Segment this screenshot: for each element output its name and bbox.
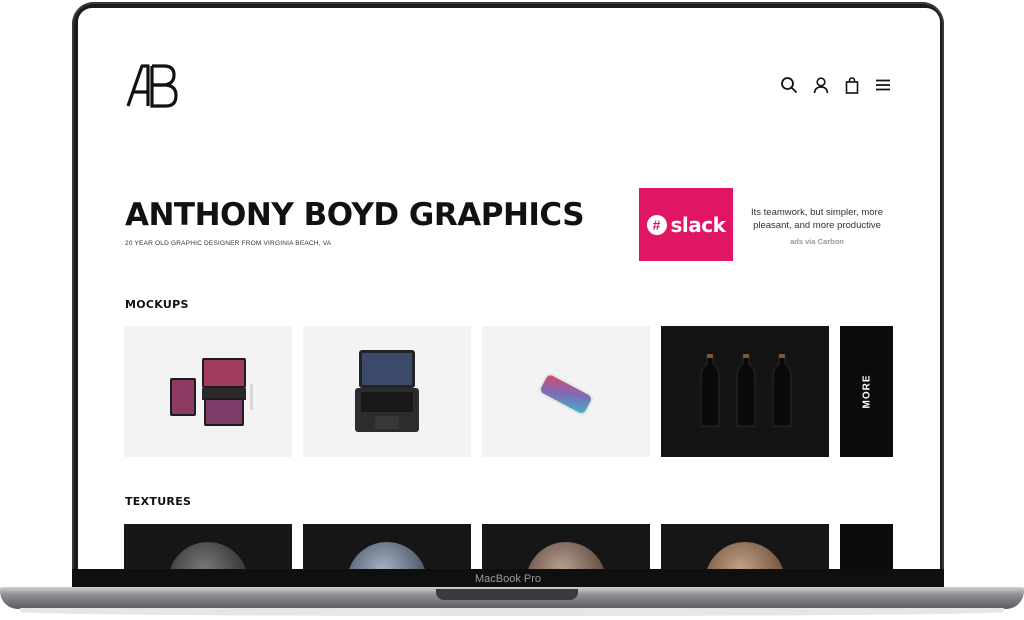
texture-sphere	[347, 542, 427, 571]
mockup-card-iphone[interactable]	[482, 326, 650, 457]
texture-card-dark[interactable]	[124, 524, 292, 571]
laptop-opening-notch	[436, 589, 578, 600]
ad-text[interactable]: Its teamwork, but simpler, more pleasant…	[746, 206, 888, 232]
iphone-mockup-image	[538, 373, 594, 416]
bag-icon[interactable]	[843, 76, 861, 94]
bottle-mockup-image	[700, 354, 792, 427]
laptop-shadow	[20, 608, 1004, 616]
user-icon[interactable]	[812, 76, 830, 94]
ad-banner[interactable]: # slack	[639, 188, 733, 261]
page-subtitle: 20 YEAR OLD GRAPHIC DESIGNER FROM VIRGIN…	[125, 240, 332, 247]
page-title: ANTHONY BOYD GRAPHICS	[125, 197, 585, 233]
ad-via-link[interactable]: ads via Carbon	[746, 237, 888, 246]
macbook-mockup-image	[355, 350, 419, 432]
browser-screen: ANTHONY BOYD GRAPHICS 20 YEAR OLD GRAPHI…	[78, 8, 940, 571]
texture-sphere	[526, 542, 606, 571]
slack-logo-icon: #	[646, 214, 667, 235]
texture-card-light-wood[interactable]	[661, 524, 829, 571]
textures-more-button[interactable]	[840, 524, 893, 571]
more-label: MORE	[861, 374, 872, 409]
texture-sphere	[705, 542, 785, 571]
mockup-card-bottles[interactable]	[661, 326, 829, 457]
ad-brand: slack	[670, 212, 726, 237]
device-model-label: MacBook Pro	[474, 573, 542, 585]
texture-sphere	[168, 542, 248, 571]
search-icon[interactable]	[780, 76, 798, 94]
textures-heading: TEXTURES	[125, 495, 192, 508]
mockups-heading: MOCKUPS	[125, 298, 189, 311]
site-logo[interactable]	[124, 60, 180, 110]
mockup-card-macbook[interactable]	[303, 326, 471, 457]
ipad-mockup-image	[170, 358, 253, 426]
menu-icon[interactable]	[874, 76, 892, 94]
mockups-more-button[interactable]: MORE	[840, 326, 893, 457]
ab-logo-icon	[126, 64, 178, 108]
texture-card-wood[interactable]	[482, 524, 650, 571]
texture-card-stone[interactable]	[303, 524, 471, 571]
mockup-card-ipad[interactable]	[124, 326, 292, 457]
